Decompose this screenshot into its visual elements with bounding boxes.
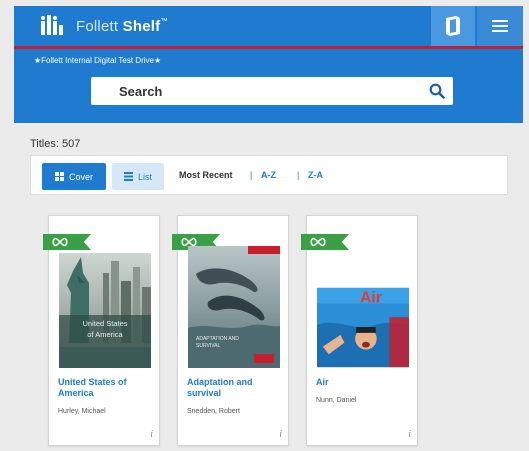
cover-view-button[interactable]: Cover	[42, 163, 106, 190]
cover-view-label: Cover	[68, 171, 93, 182]
svg-text:United States: United States	[82, 319, 127, 328]
titles-count: Titles: 507	[30, 138, 81, 150]
view-toolbar: Cover List Most Recent | A-Z | Z-A	[30, 155, 508, 195]
search-box[interactable]	[91, 77, 453, 105]
grid-icon	[54, 172, 64, 181]
svg-text:SURVIVAL: SURVIVAL	[196, 343, 220, 349]
svg-text:of America: of America	[87, 330, 123, 339]
app-header: Follett Shelf™	[14, 6, 523, 46]
book-author: Nunn, Daniel	[316, 397, 357, 404]
sort-a-z[interactable]: A-Z	[261, 170, 276, 180]
library-name: ★Follett Internal Digital Test Drive★	[34, 56, 162, 65]
infinity-icon	[310, 237, 326, 247]
account-button[interactable]	[431, 6, 475, 46]
sort-separator: |	[250, 170, 253, 180]
app-title-light: Follett	[76, 18, 119, 35]
book-card[interactable]: Air Air Nunn, Daniel i	[301, 215, 418, 446]
book-title[interactable]: Air	[316, 377, 412, 388]
search-icon[interactable]	[429, 83, 445, 99]
info-icon[interactable]: i	[408, 429, 411, 440]
book-author: Hurley, Michael	[58, 408, 106, 415]
svg-text:Air: Air	[360, 290, 382, 307]
account-icon	[446, 16, 460, 36]
sort-z-a[interactable]: Z-A	[308, 170, 323, 180]
sort-separator: |	[297, 170, 300, 180]
list-icon	[123, 172, 133, 181]
app-title: Follett Shelf™	[76, 18, 168, 35]
book-card[interactable]: United States of America United States o…	[43, 215, 160, 446]
app-title-bold: Shelf	[122, 18, 161, 35]
sort-most-recent[interactable]: Most Recent	[179, 170, 233, 180]
book-cover-image[interactable]: Air	[317, 287, 409, 368]
unlimited-access-badge	[301, 234, 349, 250]
trademark: ™	[160, 18, 168, 25]
search-input[interactable]	[91, 77, 411, 105]
search-bar-region: ★Follett Internal Digital Test Drive★	[14, 49, 523, 123]
list-view-label: List	[137, 171, 152, 182]
book-author: Snedden, Robert	[187, 408, 240, 415]
follett-logo-icon[interactable]	[39, 11, 65, 39]
infinity-icon	[52, 237, 68, 247]
menu-button[interactable]	[477, 6, 523, 46]
book-cover-image[interactable]: ADAPTATION AND SURVIVAL	[188, 246, 280, 368]
unlimited-access-badge	[43, 234, 91, 250]
list-view-button[interactable]: List	[112, 163, 164, 190]
info-icon[interactable]: i	[150, 429, 153, 440]
book-card[interactable]: ADAPTATION AND SURVIVAL Adaptation and s…	[172, 215, 289, 446]
book-cover-image[interactable]: United States of America	[59, 253, 151, 368]
book-title[interactable]: United States of America	[58, 377, 154, 399]
book-title[interactable]: Adaptation and survival	[187, 377, 283, 399]
svg-text:ADAPTATION AND: ADAPTATION AND	[196, 336, 239, 342]
hamburger-menu-icon	[492, 20, 508, 32]
info-icon[interactable]: i	[279, 429, 282, 440]
